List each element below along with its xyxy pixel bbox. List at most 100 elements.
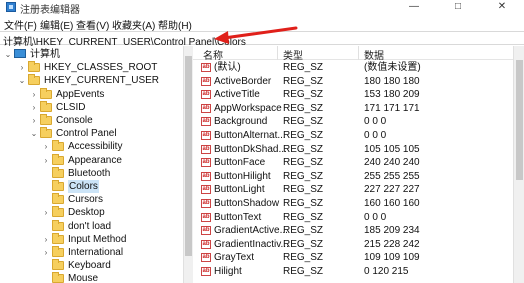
- expand-chevron-icon[interactable]: ›: [30, 101, 38, 114]
- value-row[interactable]: ab ButtonHilight REG_SZ 255 255 255: [193, 170, 524, 184]
- key-tree: ⌄ 计算机 › HKEY_CLASSES_ROOT ⌄ HKEY_CURRENT_USER…: [0, 46, 192, 283]
- expand-chevron-icon[interactable]: ›: [42, 206, 50, 219]
- tree-item[interactable]: Keyboard: [0, 259, 183, 272]
- value-row[interactable]: ab GradientActive... REG_SZ 185 209 234: [193, 224, 524, 238]
- value-row[interactable]: ab Background REG_SZ 0 0 0: [193, 115, 524, 129]
- expand-chevron-icon[interactable]: ›: [42, 233, 50, 246]
- string-value-icon: ab: [201, 199, 211, 208]
- folder-icon: [52, 193, 64, 205]
- expand-chevron-icon[interactable]: ›: [42, 154, 50, 167]
- close-button[interactable]: ✕: [480, 0, 524, 14]
- tree-item[interactable]: › Console: [0, 114, 183, 127]
- expand-chevron-icon[interactable]: ›: [42, 246, 50, 259]
- value-row[interactable]: ab ActiveBorder REG_SZ 180 180 180: [193, 75, 524, 89]
- tree-item[interactable]: Mouse: [0, 272, 183, 283]
- collapse-chevron-icon[interactable]: ⌄: [30, 127, 38, 140]
- tree-item-label: 计算机: [30, 49, 60, 60]
- maximize-button[interactable]: □: [436, 0, 480, 14]
- tree-item-label: Desktop: [68, 207, 105, 219]
- value-row[interactable]: ab AppWorkspace REG_SZ 171 171 171: [193, 102, 524, 116]
- tree-item[interactable]: › International: [0, 246, 183, 259]
- tree-item-label: AppEvents: [56, 88, 105, 100]
- tree-item-label: HKEY_CURRENT_USER: [44, 75, 160, 87]
- expand-chevron-icon[interactable]: ›: [18, 61, 26, 74]
- tree-item[interactable]: › AppEvents: [0, 87, 183, 101]
- folder-icon: [28, 61, 40, 73]
- tree-item-label: Cursors: [68, 194, 104, 206]
- tree-item[interactable]: ⌄ 计算机: [0, 48, 183, 61]
- value-row[interactable]: ab ButtonFace REG_SZ 240 240 240: [193, 156, 524, 170]
- menu-edit[interactable]: 编辑(E): [40, 17, 73, 32]
- value-type: REG_SZ: [283, 238, 324, 250]
- tree-item[interactable]: › Input Method: [0, 232, 183, 246]
- value-data: 215 228 242: [364, 238, 420, 250]
- collapse-chevron-icon[interactable]: ⌄: [4, 48, 12, 61]
- value-name: ButtonText: [214, 211, 262, 223]
- folder-icon: [52, 140, 64, 152]
- tree-item[interactable]: › Desktop: [0, 206, 183, 219]
- value-type: REG_SZ: [283, 170, 324, 182]
- tree-item[interactable]: Bluetooth: [0, 166, 183, 180]
- value-data: 105 105 105: [364, 143, 420, 155]
- value-name: Background: [214, 116, 268, 128]
- value-data: 227 227 227: [364, 184, 420, 196]
- tree-item[interactable]: › CLSID: [0, 100, 183, 114]
- tree-scrollbar[interactable]: [183, 46, 193, 283]
- tree-item[interactable]: don't load: [0, 219, 183, 233]
- value-data: 0 0 0: [364, 116, 387, 128]
- value-data: 185 209 234: [364, 225, 420, 237]
- tree-item[interactable]: Cursors: [0, 193, 183, 206]
- menu-favorites[interactable]: 收藏夹(A): [112, 17, 155, 32]
- value-row[interactable]: ab ButtonLight REG_SZ 227 227 227: [193, 183, 524, 197]
- tree-item[interactable]: Colors: [0, 180, 183, 193]
- tree-item[interactable]: › Appearance: [0, 153, 183, 167]
- tree-item-label: Console: [56, 115, 93, 126]
- value-type: REG_SZ: [283, 198, 324, 209]
- menu-file[interactable]: 文件(F): [4, 17, 37, 32]
- value-row[interactable]: ab ButtonDkShad... REG_SZ 105 105 105: [193, 143, 524, 157]
- collapse-chevron-icon[interactable]: ⌄: [18, 74, 26, 87]
- folder-icon: [28, 74, 40, 86]
- value-row[interactable]: ab Hilight REG_SZ 0 120 215: [193, 265, 524, 279]
- value-name: AppWorkspace: [214, 102, 282, 114]
- value-row[interactable]: ab (默认) REG_SZ (数值未设置): [193, 61, 524, 75]
- value-row[interactable]: ab GrayText REG_SZ 109 109 109: [193, 251, 524, 265]
- expand-chevron-icon[interactable]: ›: [30, 114, 38, 127]
- tree-item[interactable]: › Accessibility: [0, 140, 183, 153]
- string-value-icon: ab: [201, 90, 211, 100]
- value-name: ButtonHilight: [214, 170, 271, 182]
- tree-item-label: Bluetooth: [68, 167, 111, 179]
- string-value-icon: ab: [201, 267, 211, 276]
- column-name-header[interactable]: 名称: [203, 47, 223, 62]
- value-row[interactable]: ab GradientInactiv... REG_SZ 215 228 242: [193, 238, 524, 252]
- folder-icon: [52, 153, 64, 165]
- values-scrollbar[interactable]: [513, 46, 524, 283]
- value-row[interactable]: ab ButtonText REG_SZ 0 0 0: [193, 211, 524, 225]
- value-type: REG_SZ: [283, 62, 324, 73]
- column-type-header[interactable]: 类型: [283, 47, 303, 62]
- value-name: ActiveBorder: [214, 75, 272, 87]
- menu-help[interactable]: 帮助(H): [158, 17, 192, 32]
- menu-view[interactable]: 查看(V): [76, 17, 109, 32]
- string-value-icon: ab: [201, 131, 211, 140]
- folder-icon: [52, 206, 64, 218]
- tree-item-label: Mouse: [68, 273, 99, 283]
- expand-chevron-icon[interactable]: ›: [42, 140, 50, 153]
- column-data-header[interactable]: 数据: [364, 47, 384, 62]
- value-row[interactable]: ab ButtonAlternat... REG_SZ 0 0 0: [193, 129, 524, 143]
- expand-chevron-icon[interactable]: ›: [30, 88, 38, 101]
- value-type: REG_SZ: [283, 157, 324, 169]
- tree-item-label: Appearance: [68, 154, 122, 166]
- tree-item[interactable]: ⌄ Control Panel: [0, 127, 183, 140]
- tree-item[interactable]: ⌄ HKEY_CURRENT_USER: [0, 74, 183, 87]
- value-data: 0 0 0: [364, 130, 387, 141]
- computer-icon: [14, 49, 26, 58]
- tree-item[interactable]: › HKEY_CLASSES_ROOT: [0, 61, 183, 74]
- window-title: 注册表编辑器: [20, 5, 80, 16]
- minimize-button[interactable]: —: [392, 0, 436, 14]
- value-name: ButtonShadow: [214, 198, 280, 209]
- value-type: REG_SZ: [283, 211, 324, 223]
- value-type: REG_SZ: [283, 252, 324, 264]
- value-row[interactable]: ab ButtonShadow REG_SZ 160 160 160: [193, 197, 524, 211]
- value-row[interactable]: ab ActiveTitle REG_SZ 153 180 209: [193, 88, 524, 102]
